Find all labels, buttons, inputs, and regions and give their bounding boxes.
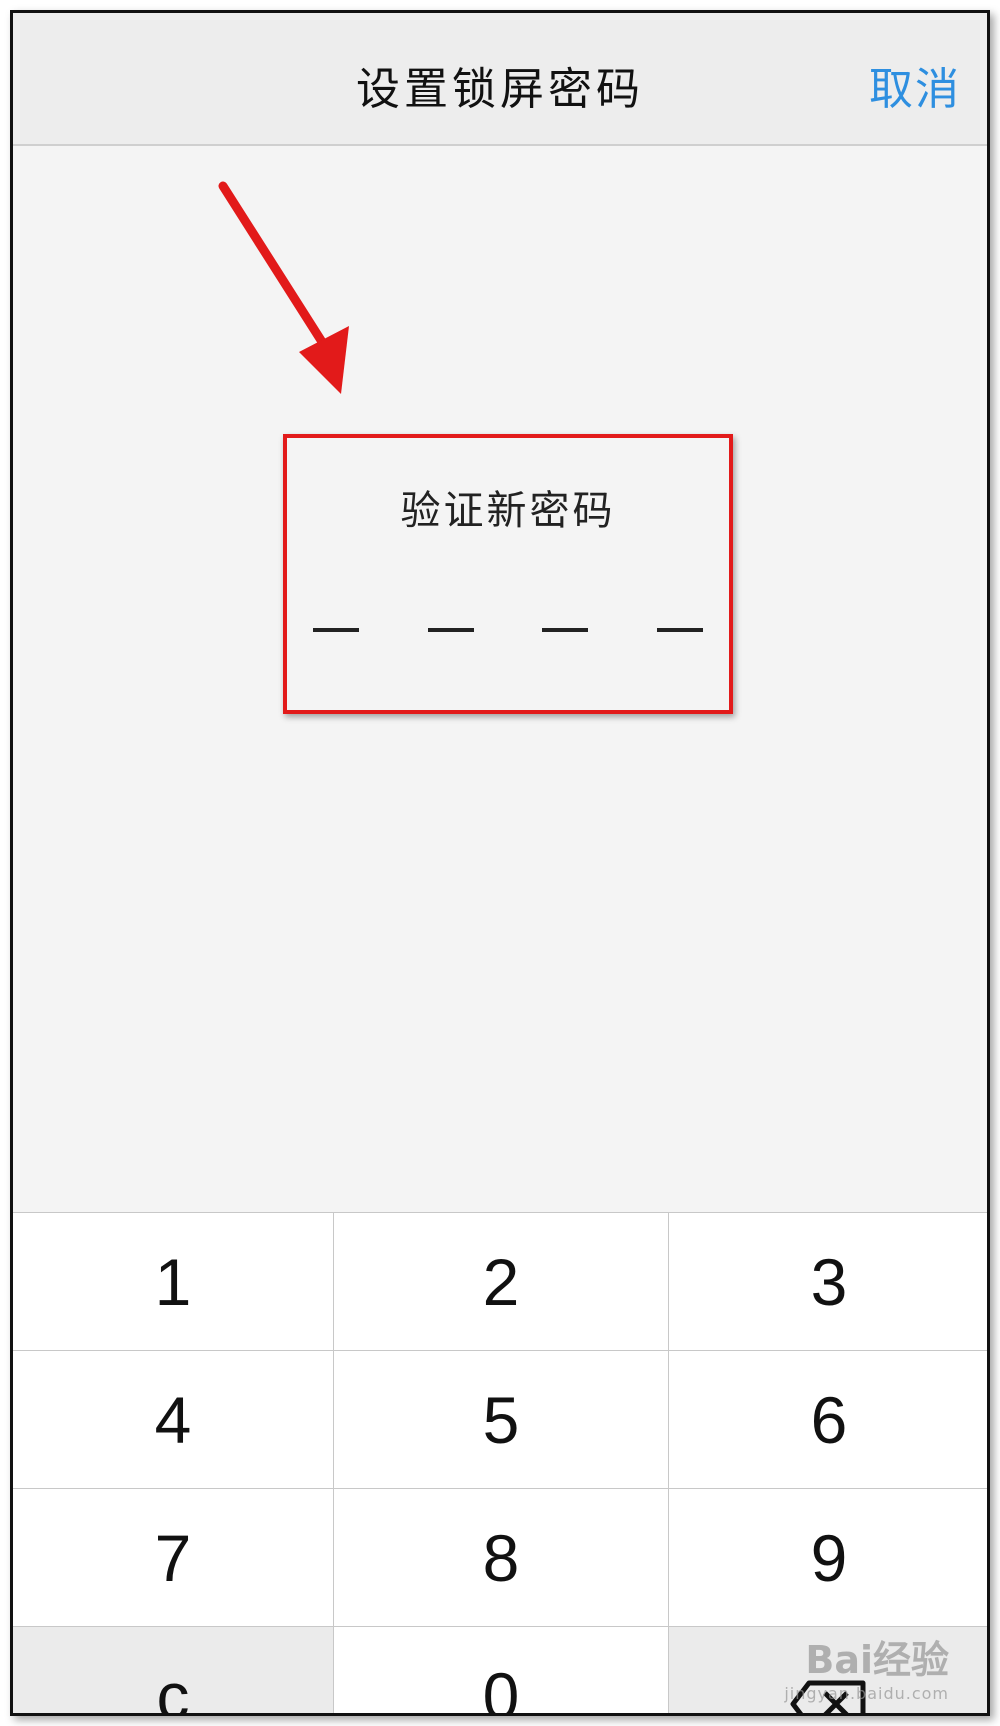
- watermark-url: jingyan.baidu.com: [784, 1684, 949, 1703]
- key-0-label: 0: [482, 1659, 520, 1716]
- pin-slot: [542, 628, 589, 632]
- clear-key[interactable]: c: [13, 1627, 333, 1716]
- annotation-highlight-box: 验证新密码: [283, 434, 733, 714]
- key-5[interactable]: 5: [334, 1351, 668, 1488]
- key-7[interactable]: 7: [13, 1489, 333, 1626]
- watermark: Bai经验 jingyan.baidu.com: [784, 1629, 949, 1703]
- page-title: 设置锁屏密码: [356, 64, 644, 115]
- key-6[interactable]: 6: [669, 1351, 987, 1488]
- key-2[interactable]: 2: [334, 1213, 668, 1350]
- key-1[interactable]: 1: [13, 1213, 333, 1350]
- phone-screen: 设置锁屏密码 取消 验证新密码 1 2 3 4 5 6 7 8 9 c 0 Ba…: [10, 10, 990, 1716]
- key-8[interactable]: 8: [334, 1489, 668, 1626]
- pin-slots: [313, 628, 703, 634]
- annotation-arrow-icon: [218, 181, 349, 394]
- watermark-brand: Bai经验: [805, 1638, 949, 1682]
- clear-key-label: c: [156, 1659, 190, 1716]
- key-0[interactable]: 0: [334, 1627, 668, 1716]
- cancel-button[interactable]: 取消: [869, 53, 961, 117]
- backspace-key[interactable]: Bai经验 jingyan.baidu.com: [669, 1627, 987, 1713]
- key-9[interactable]: 9: [669, 1489, 987, 1626]
- key-4[interactable]: 4: [13, 1351, 333, 1488]
- navigation-bar: 设置锁屏密码 取消: [13, 13, 987, 146]
- pin-slot: [313, 628, 359, 632]
- pin-slot: [656, 628, 703, 632]
- passcode-prompt: 验证新密码: [400, 488, 616, 534]
- key-3[interactable]: 3: [669, 1213, 987, 1350]
- pin-slot: [427, 628, 474, 632]
- numeric-keypad: 1 2 3 4 5 6 7 8 9 c 0 Bai经验 jingyan.baid…: [13, 1212, 987, 1716]
- passcode-area: 验证新密码: [13, 146, 987, 1212]
